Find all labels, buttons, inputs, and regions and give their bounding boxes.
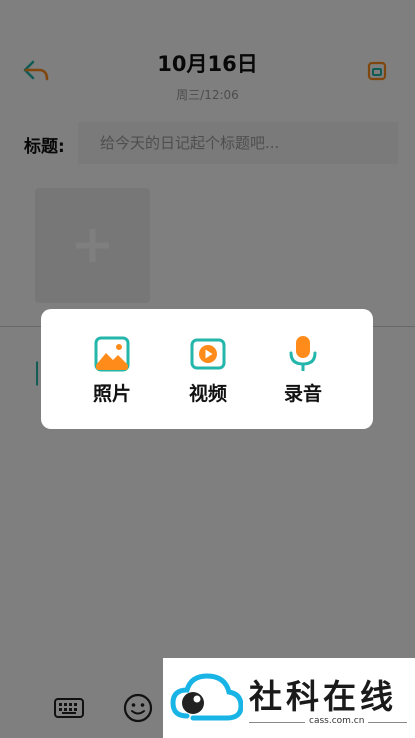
video-icon <box>190 338 226 370</box>
video-option[interactable]: 视频 <box>168 309 248 429</box>
watermark-url: cass.com.cn <box>305 716 369 726</box>
media-picker-popup: 照片 视频 录音 <box>41 309 373 429</box>
cloud-logo-icon <box>170 673 243 721</box>
photo-option-label: 照片 <box>92 383 131 405</box>
watermark-text: 社科在线 <box>249 677 397 716</box>
video-option-label: 视频 <box>188 383 227 405</box>
audio-option[interactable]: 录音 <box>263 309 343 429</box>
watermark: 社科在线 cass.com.cn <box>163 658 415 738</box>
audio-option-label: 录音 <box>283 383 322 405</box>
photo-option[interactable]: 照片 <box>72 309 152 429</box>
microphone-icon <box>289 336 317 371</box>
photo-icon <box>94 336 130 372</box>
